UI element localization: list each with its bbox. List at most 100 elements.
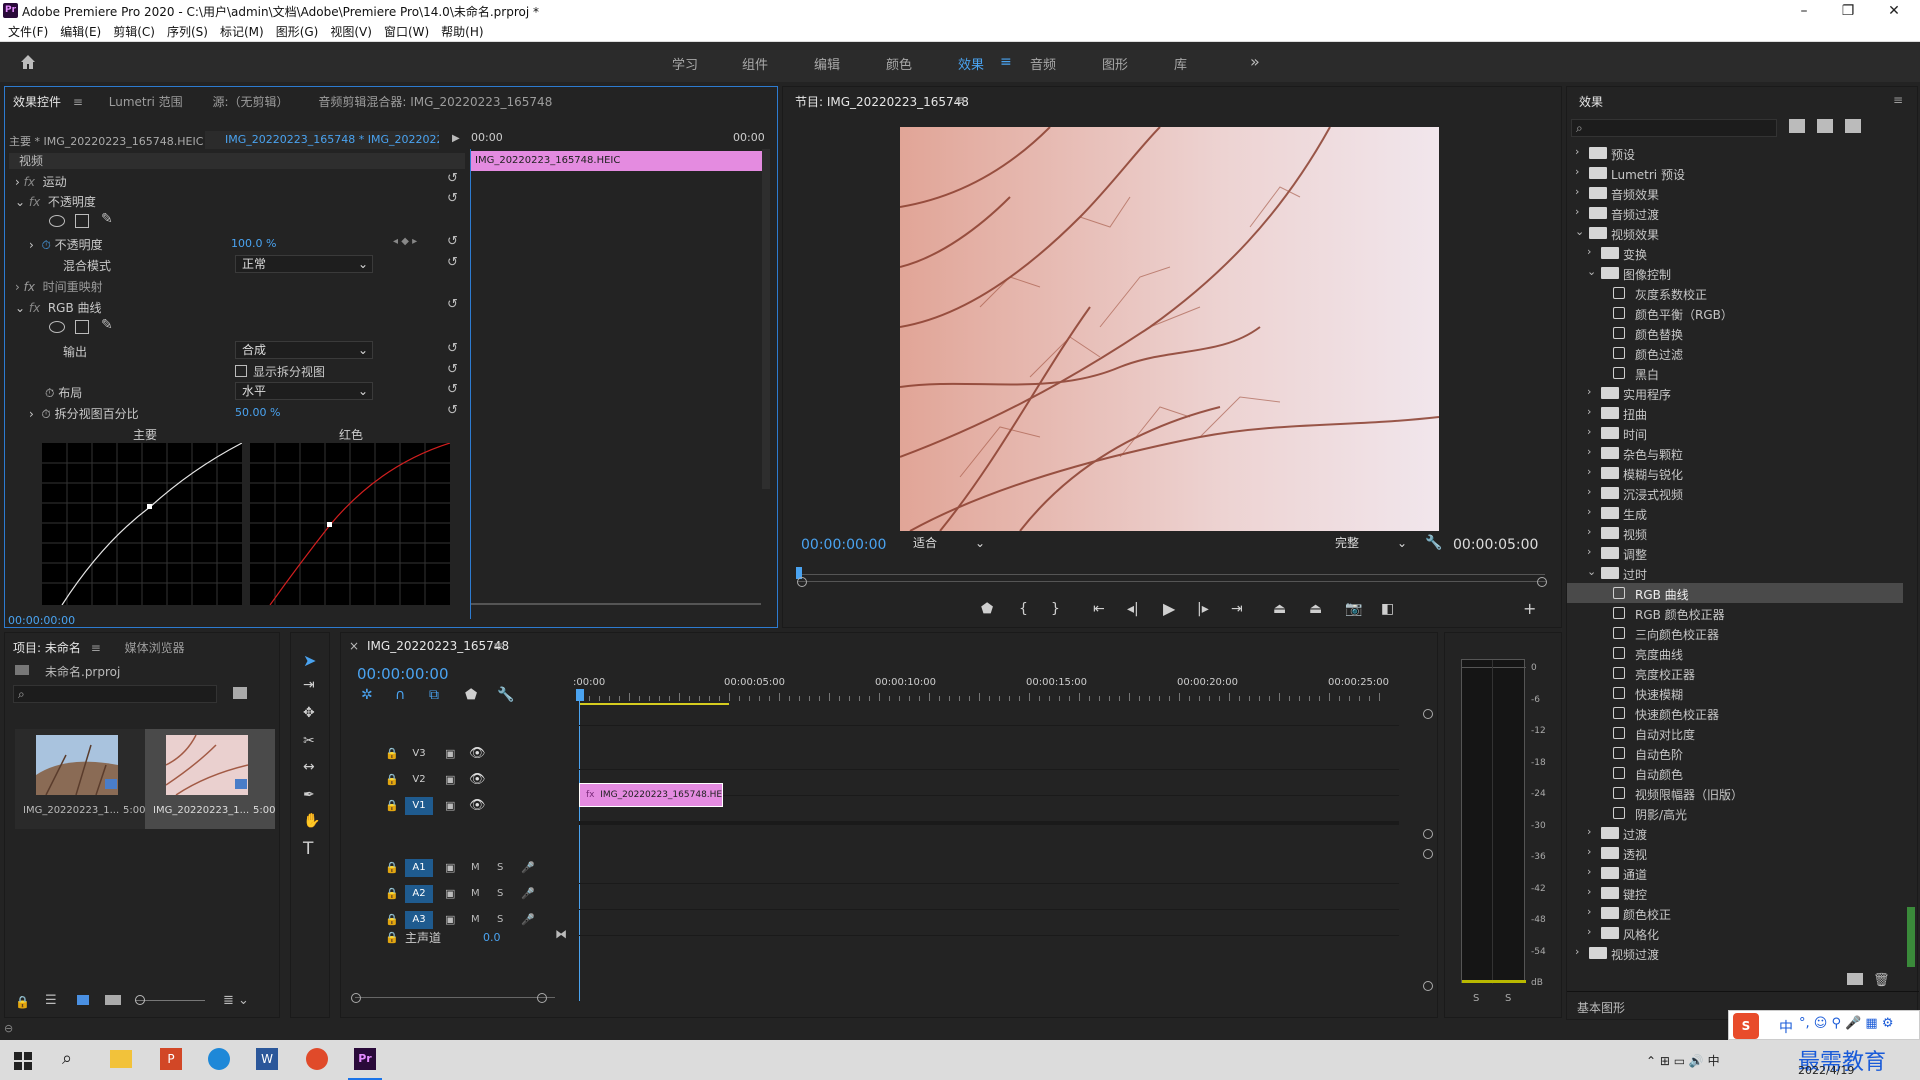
add-marker-icon[interactable]: ⬟ (465, 687, 477, 703)
workspace-tab[interactable]: 库 (1174, 54, 1187, 73)
settings-wrench-icon[interactable]: 🔧 (497, 687, 514, 703)
master-curve-graph[interactable] (42, 443, 242, 605)
chevron-right-icon[interactable]: › (1587, 905, 1591, 918)
minimize-button[interactable]: – (1782, 1, 1826, 21)
sequence-clip-dropdown[interactable]: IMG_20220223_165748 * IMG_2022022... (205, 131, 439, 149)
effects-title[interactable]: 效果 (1579, 93, 1603, 110)
solo-button[interactable]: S (497, 862, 503, 873)
chevron-right-icon[interactable]: › (1575, 185, 1579, 198)
effects-tree-item[interactable]: › 视频 (1567, 523, 1903, 543)
accelerated-effects-icon[interactable] (1789, 119, 1805, 133)
tab-media-browser[interactable]: 媒体浏览器 (125, 641, 185, 655)
project-item[interactable]: IMG_20220223_1... 5:00 (15, 729, 145, 829)
tray-icons[interactable]: ⌃ ⊞ ▭ 🔊 中 (1646, 1052, 1720, 1069)
zoom-handle-right[interactable] (1537, 577, 1547, 587)
effects-tree-item[interactable]: › 音频效果 (1567, 183, 1903, 203)
reset-icon[interactable]: ↺ (447, 341, 458, 356)
work-area-bar[interactable] (579, 703, 729, 705)
effects-tree-item[interactable]: 自动颜色 (1567, 763, 1903, 783)
extract-icon[interactable]: ⏏ (1309, 601, 1322, 617)
timeline-playhead-handle[interactable] (576, 689, 584, 701)
snap-icon[interactable]: ∩ (395, 687, 405, 703)
sogou-icon[interactable]: S (1733, 1013, 1759, 1039)
chevron-right-icon[interactable]: › (1587, 845, 1591, 858)
ec-scrollbar[interactable] (762, 149, 770, 489)
program-video-frame[interactable] (900, 127, 1439, 531)
eye-icon[interactable]: 👁 (469, 772, 486, 787)
go-to-out-icon[interactable]: ⇥ (1231, 601, 1243, 617)
delete-icon[interactable]: 🗑 (1873, 973, 1890, 988)
effects-tree-item[interactable]: 自动对比度 (1567, 723, 1903, 743)
rectangle-mask-icon[interactable] (75, 320, 89, 334)
timeline-playhead[interactable] (579, 701, 580, 1001)
panel-menu-icon[interactable]: ≡ (1893, 93, 1903, 107)
layout-dropdown[interactable]: 水平 ⌄ (235, 382, 373, 400)
chevron-right-icon[interactable]: › (1575, 945, 1579, 958)
sync-lock-icon[interactable]: ▣ (445, 747, 455, 760)
track-label[interactable]: V1 (405, 797, 433, 815)
chevron-right-icon[interactable]: › (1575, 205, 1579, 218)
effects-tree-item[interactable]: › 调整 (1567, 543, 1903, 563)
chevron-right-icon[interactable]: › (1587, 525, 1591, 538)
menu-item[interactable]: 标记(M) (220, 25, 264, 39)
timeline-clip[interactable]: fx IMG_20220223_165748.HEI (579, 783, 723, 807)
nest-icon[interactable]: ✲ (361, 687, 373, 703)
effects-tree-item[interactable]: › 模糊与锐化 (1567, 463, 1903, 483)
tab-source[interactable]: 源:（无剪辑） (213, 95, 289, 109)
tab-audio-clip-mixer[interactable]: 音频剪辑混合器: IMG_20220223_165748 (318, 95, 552, 109)
effects-tree-item[interactable]: 三向颜色校正器 (1567, 623, 1903, 643)
effects-tree-item[interactable]: › 实用程序 (1567, 383, 1903, 403)
slip-tool-icon[interactable]: ↔ (303, 759, 315, 775)
reset-icon[interactable]: ↺ (447, 297, 458, 312)
rgb-curves-row[interactable]: ⌄ fx RGB 曲线 (15, 299, 102, 316)
export-frame-icon[interactable]: 📷 (1345, 601, 1362, 617)
video-audio-divider[interactable] (579, 821, 1399, 825)
sync-lock-icon[interactable]: ▣ (445, 773, 455, 786)
track-lock-icon[interactable]: 🔒 (385, 913, 399, 926)
track-label[interactable]: A3 (405, 911, 433, 929)
mute-button[interactable]: M (471, 914, 480, 925)
track-lock-icon[interactable]: 🔒 (385, 773, 399, 786)
sync-lock-icon[interactable]: ▣ (445, 887, 455, 900)
red-curve-graph[interactable] (250, 443, 450, 605)
yuv-effects-icon[interactable] (1845, 119, 1861, 133)
track-lock-icon[interactable]: 🔒 (385, 747, 399, 760)
menu-item[interactable]: 帮助(H) (441, 25, 483, 39)
master-lock-icon[interactable]: 🔒 (385, 931, 399, 944)
effects-tree-item[interactable]: › 音频过渡 (1567, 203, 1903, 223)
track-lock-icon[interactable]: 🔒 (385, 861, 399, 874)
master-volume-value[interactable]: 0.0 (483, 931, 501, 944)
hand-tool-icon[interactable]: ✋ (303, 813, 320, 829)
lock-icon[interactable]: 🔒 (15, 995, 30, 1009)
reset-icon[interactable]: ↺ (447, 382, 458, 397)
effects-tree-item[interactable]: › 透视 (1567, 843, 1903, 863)
pen-mask-icon[interactable]: ✎ (101, 211, 113, 227)
vscroll-audio-bottom-handle[interactable] (1423, 981, 1433, 991)
curve-point[interactable] (147, 504, 152, 509)
sync-lock-icon[interactable]: ▣ (445, 861, 455, 874)
time-remap-row[interactable]: › fx 时间重映射 (15, 278, 103, 295)
quality-dropdown[interactable]: 完整 ⌄ (1329, 535, 1411, 553)
effects-tree-item[interactable]: 灰度系数校正 (1567, 283, 1903, 303)
new-search-bin-icon[interactable] (233, 687, 247, 699)
step-forward-icon[interactable]: |▸ (1197, 601, 1209, 617)
icon-view-icon[interactable] (77, 995, 89, 1005)
effects-tree-item[interactable]: › Lumetri 预设 (1567, 163, 1903, 183)
program-ruler[interactable] (799, 565, 1545, 575)
ime-tools-icon[interactable]: °, ☺ ⚲ 🎤 ▦ ⚙ (1799, 1016, 1894, 1031)
effects-tree-item[interactable]: › 扭曲 (1567, 403, 1903, 423)
file-explorer-icon[interactable] (110, 1050, 132, 1068)
wrench-icon[interactable]: 🔧 (1425, 535, 1442, 551)
add-marker-icon[interactable]: ⬟ (981, 601, 993, 617)
chevron-right-icon[interactable]: › (1587, 245, 1591, 258)
ec-timecode[interactable]: 00:00:00:00 (8, 614, 75, 627)
effects-tree-item[interactable]: 阴影/高光 (1567, 803, 1903, 823)
menu-item[interactable]: 序列(S) (167, 25, 208, 39)
chevron-right-icon[interactable]: › (1587, 825, 1591, 838)
workspace-tab[interactable]: 效果 (958, 54, 984, 73)
reset-icon[interactable]: ↺ (447, 234, 458, 249)
timeline-zoom-right[interactable] (537, 993, 547, 1003)
timeline-zoom-left[interactable] (351, 993, 361, 1003)
opacity-value[interactable]: 100.0 % (231, 237, 276, 250)
32bit-effects-icon[interactable] (1817, 119, 1833, 133)
